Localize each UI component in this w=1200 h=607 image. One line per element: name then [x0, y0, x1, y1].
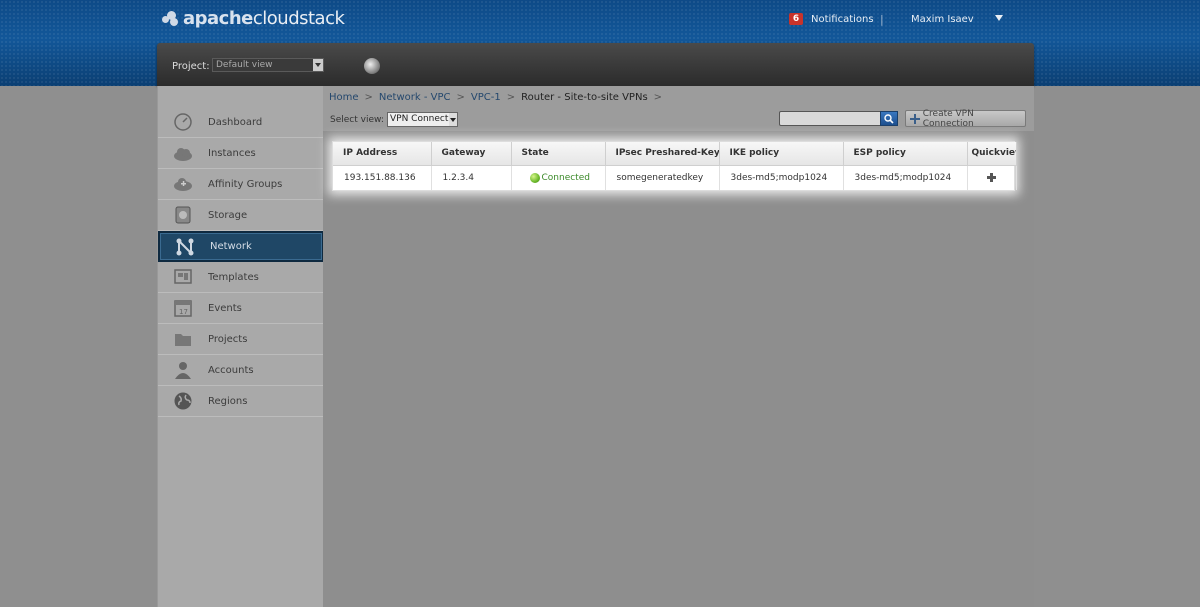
column-header-state[interactable]: State	[511, 142, 606, 166]
sidebar-item-storage[interactable]: Storage	[158, 200, 324, 231]
cell-esp-policy: 3des-md5;modp1024	[843, 165, 968, 190]
table-row[interactable]: 193.151.88.136 1.2.3.4 Connected somegen…	[333, 165, 1017, 190]
user-menu-caret-icon[interactable]	[995, 15, 1003, 21]
brand-name: apachecloudstack	[183, 7, 345, 29]
user-icon	[173, 360, 193, 380]
content-toolbar: Home > Network - VPC > VPC-1 > Router - …	[323, 86, 1034, 131]
affinity-icon	[173, 174, 193, 194]
user-name[interactable]: Maxim Isaev	[911, 14, 974, 25]
create-vpn-connection-button[interactable]: Create VPN Connection	[905, 109, 1026, 129]
breadcrumb-separator: >	[506, 92, 516, 103]
left-gutter	[0, 86, 157, 607]
project-label: Project:	[172, 61, 210, 72]
brand-logo[interactable]: apachecloudstack	[160, 6, 345, 30]
column-header-gateway[interactable]: Gateway	[431, 142, 512, 166]
globe-icon[interactable]	[364, 58, 380, 74]
search-icon	[884, 113, 894, 124]
column-header-esp-policy[interactable]: ESP policy	[843, 142, 968, 166]
search-input[interactable]	[779, 111, 881, 126]
storage-icon	[173, 205, 193, 225]
sidebar-item-events[interactable]: 17 Events	[158, 293, 324, 324]
status-connected-icon	[529, 172, 540, 183]
project-select[interactable]: Default view	[212, 58, 324, 72]
sidebar: Dashboard Instances Affinity Groups Stor…	[157, 86, 324, 607]
column-header-quickview: Quickview	[967, 142, 1017, 166]
cell-gateway: 1.2.3.4	[431, 165, 512, 190]
main-content: Home > Network - VPC > VPC-1 > Router - …	[323, 86, 1034, 607]
table-header-row: IP Address Gateway State IPsec Preshared…	[333, 142, 1017, 166]
calendar-icon: 17	[173, 298, 193, 318]
notifications-count-badge: 6	[789, 13, 803, 25]
breadcrumb-home[interactable]: Home	[329, 92, 359, 103]
globe-icon	[173, 391, 193, 411]
quickview-plus-icon[interactable]	[987, 173, 996, 183]
cell-ike-policy: 3des-md5;modp1024	[719, 165, 844, 190]
cell-preshared-key: somegeneratedkey	[605, 165, 720, 190]
folder-icon	[173, 329, 193, 349]
column-header-ike-policy[interactable]: IKE policy	[719, 142, 844, 166]
breadcrumb-current: Router - Site-to-site VPNs	[521, 92, 648, 103]
cell-ip-address: 193.151.88.136	[333, 165, 432, 190]
cloudstack-logo-icon	[160, 8, 180, 28]
breadcrumb-separator: >	[456, 92, 465, 103]
notifications[interactable]: 6 Notifications	[789, 13, 874, 25]
status-badge: Connected	[541, 172, 590, 183]
sidebar-item-templates[interactable]: Templates	[158, 262, 324, 293]
chevron-down-icon	[313, 59, 323, 71]
breadcrumb-vpc-1[interactable]: VPC-1	[471, 92, 501, 103]
cloud-icon	[173, 143, 193, 163]
dashboard-icon	[173, 112, 193, 132]
column-header-ip-address[interactable]: IP Address	[333, 142, 432, 166]
breadcrumb-network-vpc[interactable]: Network - VPC	[379, 92, 451, 103]
templates-icon	[173, 267, 193, 287]
right-gutter	[1034, 86, 1200, 607]
notifications-label: Notifications	[811, 13, 874, 25]
sidebar-item-dashboard[interactable]: Dashboard	[158, 107, 324, 138]
sidebar-item-projects[interactable]: Projects	[158, 324, 324, 355]
sidebar-item-regions[interactable]: Regions	[158, 386, 324, 417]
column-header-ipsec-psk[interactable]: IPsec Preshared-Key	[605, 142, 720, 166]
sidebar-item-accounts[interactable]: Accounts	[158, 355, 324, 386]
project-bar: Project: Default view	[157, 43, 1034, 86]
breadcrumb-separator: >	[653, 92, 663, 103]
sidebar-item-instances[interactable]: Instances	[158, 138, 324, 169]
chevron-down-icon	[449, 113, 457, 126]
svg-text:17: 17	[179, 308, 188, 316]
cell-state: Connected	[511, 165, 606, 190]
search-button[interactable]	[880, 111, 898, 126]
vpn-connections-table: IP Address Gateway State IPsec Preshared…	[332, 141, 1017, 191]
sidebar-item-network[interactable]: Network	[158, 231, 324, 262]
network-icon	[175, 237, 195, 257]
breadcrumb: Home > Network - VPC > VPC-1 > Router - …	[329, 92, 662, 103]
sidebar-item-affinity-groups[interactable]: Affinity Groups	[158, 169, 324, 200]
select-view-label: Select view:	[330, 115, 384, 125]
breadcrumb-separator: >	[364, 92, 373, 103]
header-separator: |	[880, 13, 884, 26]
plus-icon	[910, 113, 920, 124]
cell-quickview[interactable]	[967, 165, 1017, 190]
view-select[interactable]: VPN Connection	[387, 112, 458, 127]
